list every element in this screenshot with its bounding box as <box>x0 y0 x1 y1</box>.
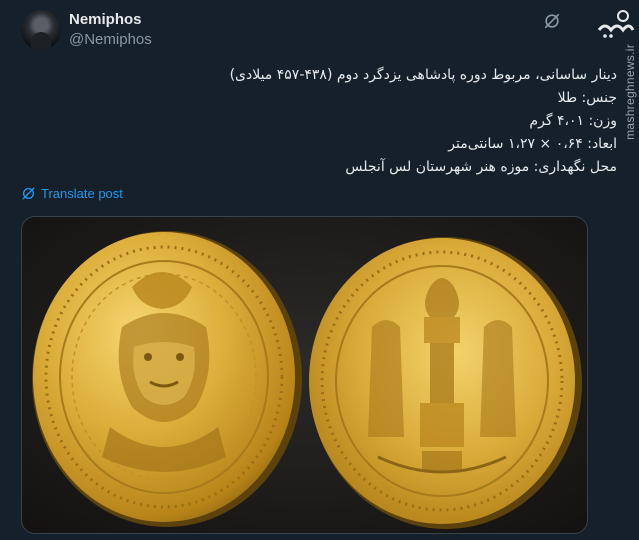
author-handle[interactable]: @Nemiphos <box>69 31 152 48</box>
tweet-text: دینار ساسانی، مربوط دوره پادشاهی یزدگرد … <box>97 64 617 179</box>
author-display-name[interactable]: Nemiphos <box>69 11 142 28</box>
gold-coins-photo <box>22 217 587 533</box>
mashregh-logo <box>595 8 635 47</box>
tweet-line-weight: وزن: ۴،۰۱ گرم <box>529 113 617 129</box>
tweet-line-title: دینار ساسانی، مربوط دوره پادشاهی یزدگرد … <box>229 67 617 83</box>
grok-icon[interactable] <box>543 12 561 30</box>
tweet-media-image[interactable] <box>21 216 588 534</box>
tweet-line-dimensions: ابعاد: ۰،۶۴ × ۱،۲۷ سانتی‌متر <box>448 136 617 152</box>
tweet-line-material: جنس: طلا <box>557 90 617 106</box>
translate-post-label: Translate post <box>41 186 123 201</box>
translate-icon <box>22 187 35 200</box>
watermark-site: mashreghnews.ir <box>623 44 637 140</box>
coin-obverse <box>32 231 302 527</box>
avatar[interactable] <box>21 10 61 50</box>
coin-reverse <box>309 237 582 529</box>
tweet-line-location: محل نگهداری: موزه هنر شهرستان لس آنجلس <box>345 159 617 175</box>
translate-post-link[interactable]: Translate post <box>21 186 123 201</box>
